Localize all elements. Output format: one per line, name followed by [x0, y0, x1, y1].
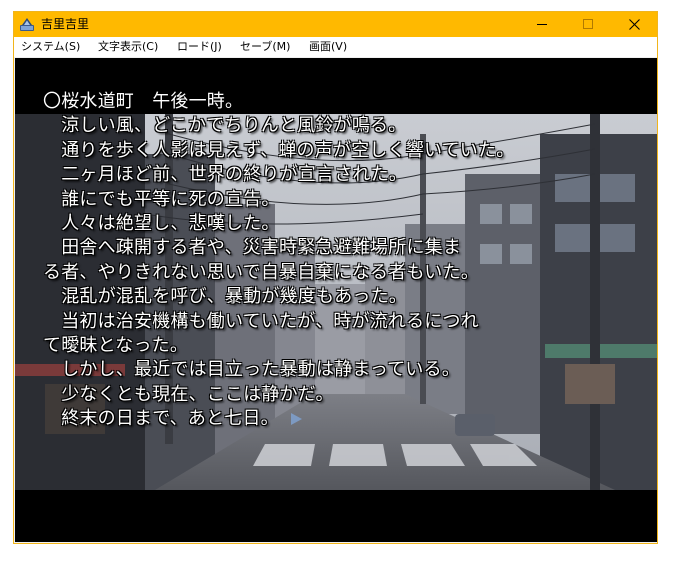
minimize-icon: [536, 24, 547, 25]
message-line: 当初は治安機構も働いていたが、時が流れるにつれ: [43, 310, 479, 332]
minimize-button[interactable]: [519, 12, 565, 37]
message-line: 終末の日まで、あと七日。: [43, 408, 279, 430]
message-line: 田舎へ疎開する者や、災害時緊急避難場所に集ま: [43, 237, 462, 259]
message-line: 二ヶ月ほど前、世界の終りが宣言された。: [43, 164, 407, 186]
close-button[interactable]: [611, 12, 657, 37]
message-line: 通りを歩く人影は見えず、蝉の声が空しく響いていた。: [43, 139, 515, 161]
next-page-arrow-icon[interactable]: [290, 413, 302, 426]
menu-save[interactable]: セーブ(M): [240, 40, 290, 54]
menu-load[interactable]: ロード(J): [177, 40, 222, 54]
app-icon[interactable]: [19, 16, 35, 32]
message-line: しかし、最近では目立った暴動は静まっている。: [43, 359, 460, 381]
message-line: 人々は絶望し、悲嘆した。: [43, 213, 280, 235]
menu-system[interactable]: システム(S): [21, 40, 80, 54]
message-line: る者、やりきれない思いで自暴自棄になる者もいた。: [43, 261, 479, 283]
menu-screen[interactable]: 画面(V): [309, 40, 347, 54]
message-line: 〇桜水道町 午後一時。: [43, 91, 244, 112]
message-line: 涼しい風、どこかでちりんと風鈴が鳴る。: [43, 115, 407, 137]
message-line: て曖昧となった。: [43, 335, 189, 357]
window-title: 吉里吉里: [41, 17, 90, 31]
message-window[interactable]: 〇桜水道町 午後一時。 涼しい風、どこかでちりんと風鈴が鳴る。 通りを歩く人影は…: [43, 90, 633, 432]
maximize-icon: [582, 19, 593, 29]
app-window: 吉里吉里 システム(S) 文字表示(C) ロード(J) セーブ(M) 画面(V): [13, 11, 658, 544]
menu-bar: システム(S) 文字表示(C) ロード(J) セーブ(M) 画面(V): [14, 37, 657, 57]
message-line: 誰にでも平等に死の宣告。: [43, 188, 280, 210]
message-line: 少なくとも現在、ここは静かだ。: [43, 383, 334, 405]
close-icon: [628, 19, 640, 30]
message-line: 混乱が混乱を呼び、暴動が幾度もあった。: [43, 286, 407, 308]
maximize-button[interactable]: [565, 12, 611, 37]
message-last-line: 終末の日まで、あと七日。: [43, 407, 633, 431]
title-bar[interactable]: 吉里吉里: [14, 12, 657, 37]
menu-text-display[interactable]: 文字表示(C): [98, 40, 158, 54]
game-screen[interactable]: 〇桜水道町 午後一時。 涼しい風、どこかでちりんと風鈴が鳴る。 通りを歩く人影は…: [15, 58, 657, 542]
